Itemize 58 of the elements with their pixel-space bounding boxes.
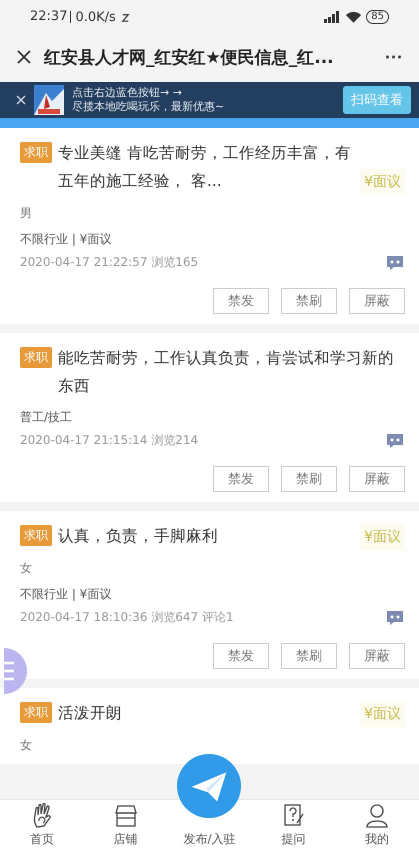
nav-label: 首页 (30, 831, 54, 848)
action-button[interactable]: 屏蔽 (349, 643, 405, 669)
shop-icon (114, 803, 138, 829)
ad-text: 尽揽本地吃喝玩乐，最新优惠~ (72, 100, 226, 114)
nav-tab[interactable]: 店铺 (84, 800, 168, 852)
nav-tab[interactable]: 首页 (0, 800, 84, 852)
close-icon[interactable] (16, 49, 32, 65)
industry-text: 普工/技工 (20, 409, 74, 426)
action-button[interactable]: 禁发 (213, 643, 269, 669)
industry-text: 不限行业 | ¥面议 (20, 231, 112, 248)
post-card[interactable]: 求职 专业美缝 肯吃苦耐劳，工作经历丰富，有五年的施工经验， 客... ¥面议 男 不限行业 | ¥面议 2020-04-17 21:22:57 浏览165 禁发 禁刷 屏蔽 (0, 128, 419, 324)
salary-label: ¥面议 (360, 169, 405, 195)
tag-label: 求职 (20, 142, 52, 163)
page-title: 红安县人才网_红安红★便民信息_红... (44, 46, 335, 68)
post-title: 专业美缝 肯吃苦耐劳，工作经历丰富，有五年的施工经验， 客... (58, 143, 352, 192)
action-button[interactable]: 禁发 (213, 288, 269, 314)
nav-label: 发布/入驻 (183, 831, 236, 848)
chat-icon[interactable] (385, 610, 405, 626)
chat-icon[interactable] (385, 432, 405, 448)
gender-text: 女 (20, 560, 33, 577)
salary-label: ¥面议 (360, 701, 405, 727)
post-card[interactable]: 求职 能吃苦耐劳，工作认真负责，肯尝试和学习新的东西 普工/技工 2020-04-17 21:15:14 浏览214 禁发 禁刷 屏蔽 (0, 333, 419, 502)
action-button[interactable]: 禁刷 (281, 466, 337, 492)
post-date: 2020-04-17 21:15:14 浏览214 (20, 432, 198, 449)
paper-plane-icon[interactable] (177, 754, 242, 818)
nav-label: 提问 (281, 831, 306, 848)
post-title: 能吃苦耐劳，工作认真负责，肯尝试和学习新的东西 (58, 348, 395, 397)
more-button[interactable]: ··· (385, 46, 403, 68)
tag-label: 求职 (20, 702, 52, 723)
tag-label: 求职 (20, 347, 52, 368)
battery-level: 85 (366, 10, 389, 24)
salary-label: ¥面议 (360, 524, 405, 550)
action-button[interactable]: 禁刷 (281, 288, 337, 314)
ad-text: 点击右边蓝色按钮→ → (72, 86, 182, 100)
post-date: 2020-04-17 21:22:57 浏览165 (20, 254, 198, 271)
action-button[interactable]: 禁发 (213, 466, 269, 492)
wifi-icon (345, 10, 362, 24)
tag-label: 求职 (20, 525, 52, 546)
clock-time: 22:37 (30, 11, 72, 23)
nav-tab[interactable]: 我的 (335, 800, 419, 852)
gender-text: 女 (20, 737, 33, 754)
nav-label: 店铺 (114, 831, 138, 848)
nav-tab[interactable]: 提问 (251, 800, 336, 852)
action-button[interactable]: 屏蔽 (349, 288, 405, 314)
person-icon (365, 803, 390, 829)
signal-icon (323, 11, 342, 23)
chat-icon[interactable] (385, 254, 405, 270)
nav-label: 我的 (365, 831, 390, 848)
industry-text: 不限行业 | ¥面议 (20, 586, 112, 603)
post-title: 认真，负责，手脚麻利 (58, 526, 219, 547)
post-date: 2020-04-17 18:10:36 浏览647 评论1 (20, 609, 234, 626)
post-title: 活泼开朗 (58, 703, 123, 724)
action-button[interactable]: 禁刷 (281, 643, 337, 669)
post-card[interactable]: 求职 认真，负责，手脚麻利 ¥面议 女 不限行业 | ¥面议 2020-04-17 18:10:36 浏览647 评论1 禁发 禁刷 屏蔽 (0, 511, 419, 679)
gender-text: 男 (20, 205, 33, 222)
action-button[interactable]: 屏蔽 (349, 466, 405, 492)
post-card[interactable]: 求职 活泼开朗 ¥面议 女 (0, 688, 419, 764)
network-speed: 0.0K/s (75, 10, 116, 24)
